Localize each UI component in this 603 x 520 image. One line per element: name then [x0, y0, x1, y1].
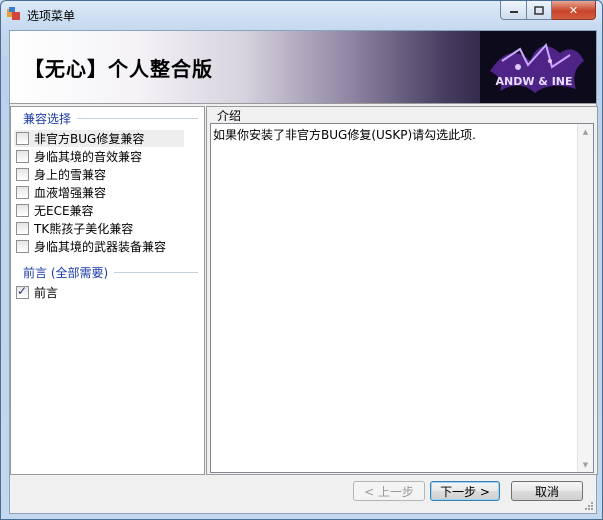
option-label: 无ECE兼容 — [34, 204, 94, 218]
checkbox[interactable] — [16, 132, 29, 145]
client-area: 【无心】个人整合版 ANDW & INE 兼容选择 非官方BUG修复兼容 身临其… — [9, 30, 598, 514]
title-bar[interactable]: 选项菜单 ✕ — [1, 1, 602, 29]
maximize-button[interactable] — [527, 1, 552, 20]
resize-grip-icon[interactable] — [584, 501, 594, 511]
checkbox[interactable] — [16, 150, 29, 163]
logo-text: ANDW & INE — [495, 75, 572, 88]
option-blood[interactable]: 血液增强兼容 — [14, 184, 184, 201]
checkbox-checked[interactable] — [16, 284, 29, 299]
divider — [77, 118, 198, 119]
cancel-button[interactable]: 取消 — [511, 481, 583, 501]
minimize-icon — [509, 11, 518, 13]
banner-title: 【无心】个人整合版 — [24, 57, 213, 81]
option-tk-children[interactable]: TK熊孩子美化兼容 — [14, 220, 184, 237]
option-label: 身临其境的音效兼容 — [34, 150, 143, 164]
intro-title: 介绍 — [217, 109, 242, 123]
compat-group-header: 兼容选择 — [15, 110, 198, 127]
option-label: 前言 — [34, 286, 59, 300]
checkbox[interactable] — [16, 186, 29, 199]
checkbox[interactable] — [16, 204, 29, 217]
option-label: 非官方BUG修复兼容 — [34, 132, 145, 146]
intro-text: 如果你安装了非官方BUG修复(USKP)请勾选此项. — [213, 128, 476, 142]
checkbox[interactable] — [16, 222, 29, 235]
option-immersive-sounds[interactable]: 身临其境的音效兼容 — [14, 148, 184, 165]
window-title: 选项菜单 — [27, 9, 76, 23]
scroll-up-icon[interactable]: ▲ — [578, 124, 593, 139]
option-label: TK熊孩子美化兼容 — [34, 222, 134, 236]
option-label: 血液增强兼容 — [34, 186, 107, 200]
intro-textbox[interactable]: 如果你安装了非官方BUG修复(USKP)请勾选此项. ▲ ▼ — [210, 123, 594, 473]
maximize-icon — [534, 5, 544, 15]
close-icon: ✕ — [568, 3, 579, 17]
vertical-scrollbar[interactable]: ▲ ▼ — [577, 124, 593, 472]
option-snow[interactable]: 身上的雪兼容 — [14, 166, 184, 183]
minimize-button[interactable] — [500, 1, 527, 20]
option-label: 身上的雪兼容 — [34, 168, 107, 182]
option-preface[interactable]: 前言 — [14, 284, 184, 301]
option-uskp[interactable]: 非官方BUG修复兼容 — [14, 130, 184, 147]
caption-buttons: ✕ — [500, 1, 596, 21]
checkbox[interactable] — [16, 168, 29, 181]
next-button[interactable]: 下一步 > — [430, 481, 500, 501]
app-icon — [7, 7, 20, 20]
mod-logo: ANDW & INE — [480, 31, 588, 103]
options-window: 选项菜单 ✕ 【无心】个人整合版 ANDW & INE 兼容选择 非官方BUG修… — [0, 0, 603, 520]
option-label: 身临其境的武器装备兼容 — [34, 240, 167, 254]
option-no-ece[interactable]: 无ECE兼容 — [14, 202, 184, 219]
checkbox[interactable] — [16, 240, 29, 253]
left-options-panel: 兼容选择 非官方BUG修复兼容 身临其境的音效兼容 身上的雪兼容 血液增强兼容 — [10, 106, 205, 475]
scroll-down-icon[interactable]: ▼ — [578, 457, 593, 472]
preface-group-title: 前言 (全部需要) — [23, 266, 109, 280]
intro-panel: 介绍 如果你安装了非官方BUG修复(USKP)请勾选此项. ▲ ▼ — [206, 106, 598, 475]
prev-button[interactable]: < 上一步 — [353, 481, 425, 501]
header-banner: 【无心】个人整合版 ANDW & INE — [10, 31, 596, 104]
close-button[interactable]: ✕ — [552, 1, 596, 20]
compat-group-title: 兼容选择 — [23, 112, 72, 126]
divider — [114, 272, 198, 273]
preface-group-header: 前言 (全部需要) — [15, 264, 198, 281]
option-immersive-armors[interactable]: 身临其境的武器装备兼容 — [14, 238, 184, 255]
